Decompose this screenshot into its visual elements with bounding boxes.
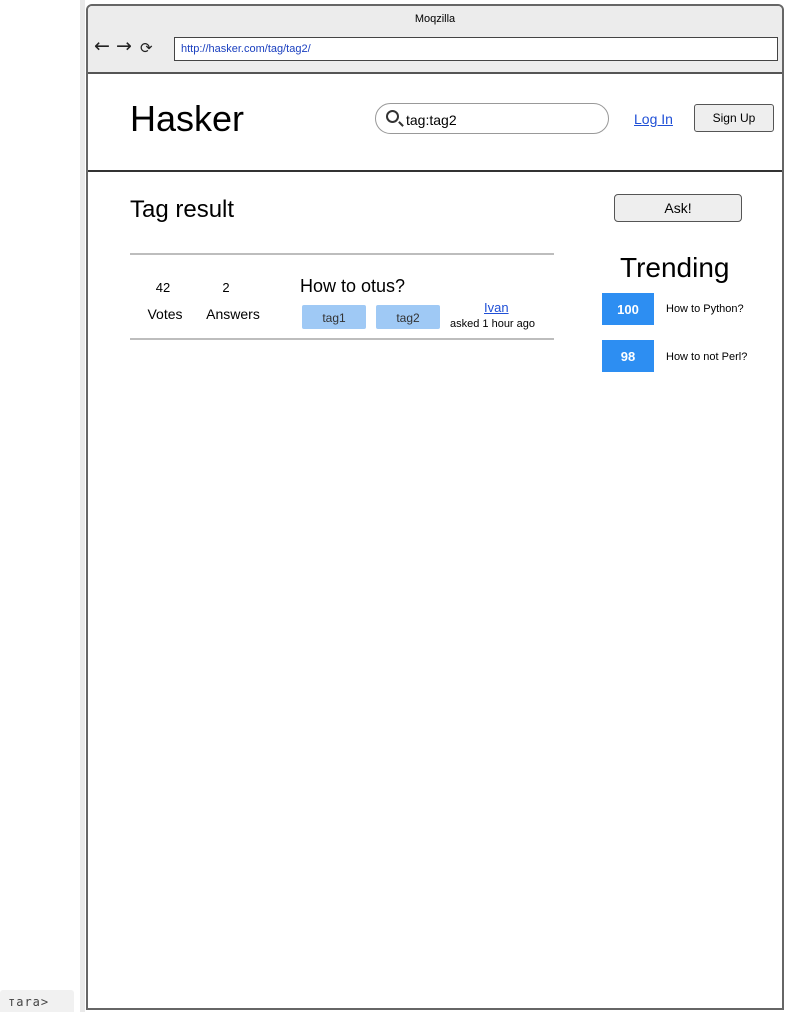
- author-link[interactable]: Ivan: [484, 300, 509, 315]
- outside-area: [0, 0, 80, 1012]
- trending-question-link[interactable]: How to not Perl?: [666, 351, 747, 363]
- header-divider: [88, 170, 782, 172]
- asked-time: asked 1 hour ago: [450, 318, 536, 330]
- signup-button[interactable]: Sign Up: [694, 104, 774, 132]
- trending-title: Trending: [620, 252, 730, 283]
- answers-count: 2: [222, 280, 230, 295]
- votes-count: 42: [155, 280, 171, 295]
- search-input[interactable]: tag:tag2: [375, 103, 609, 134]
- search-icon: [386, 110, 399, 123]
- trending-votes-badge: 98: [602, 340, 654, 372]
- window-title: Moqzilla: [414, 13, 456, 25]
- outside-divider: [80, 0, 85, 1012]
- ask-button[interactable]: Ask!: [614, 194, 742, 222]
- stray-code-snippet: таrа>: [0, 990, 74, 1012]
- question-title[interactable]: How to otus?: [300, 276, 405, 297]
- url-bar[interactable]: http://hasker.com/tag/tag2/: [174, 37, 778, 61]
- answers-label: Answers: [206, 306, 260, 322]
- page-title: Tag result: [130, 196, 235, 223]
- search-value: tag:tag2: [406, 112, 457, 128]
- browser-window: Moqzilla ← → ⟳ http://hasker.com/tag/tag…: [86, 4, 784, 1010]
- login-link[interactable]: Log In: [634, 111, 673, 127]
- votes-label: Votes: [147, 306, 183, 322]
- tag-chip-tag2[interactable]: tag2: [376, 305, 440, 329]
- results-divider-bottom: [130, 338, 554, 340]
- browser-titlebar: Moqzilla ← → ⟳ http://hasker.com/tag/tag…: [88, 6, 782, 74]
- back-arrow-icon[interactable]: ←: [94, 36, 110, 56]
- trending-votes-badge: 100: [602, 293, 654, 325]
- trending-question-link[interactable]: How to Python?: [666, 303, 744, 315]
- site-logo[interactable]: Hasker: [130, 98, 244, 140]
- reload-icon[interactable]: ⟳: [140, 38, 153, 58]
- tag-chip-tag1[interactable]: tag1: [302, 305, 366, 329]
- forward-arrow-icon[interactable]: →: [116, 36, 132, 56]
- results-divider-top: [130, 253, 554, 255]
